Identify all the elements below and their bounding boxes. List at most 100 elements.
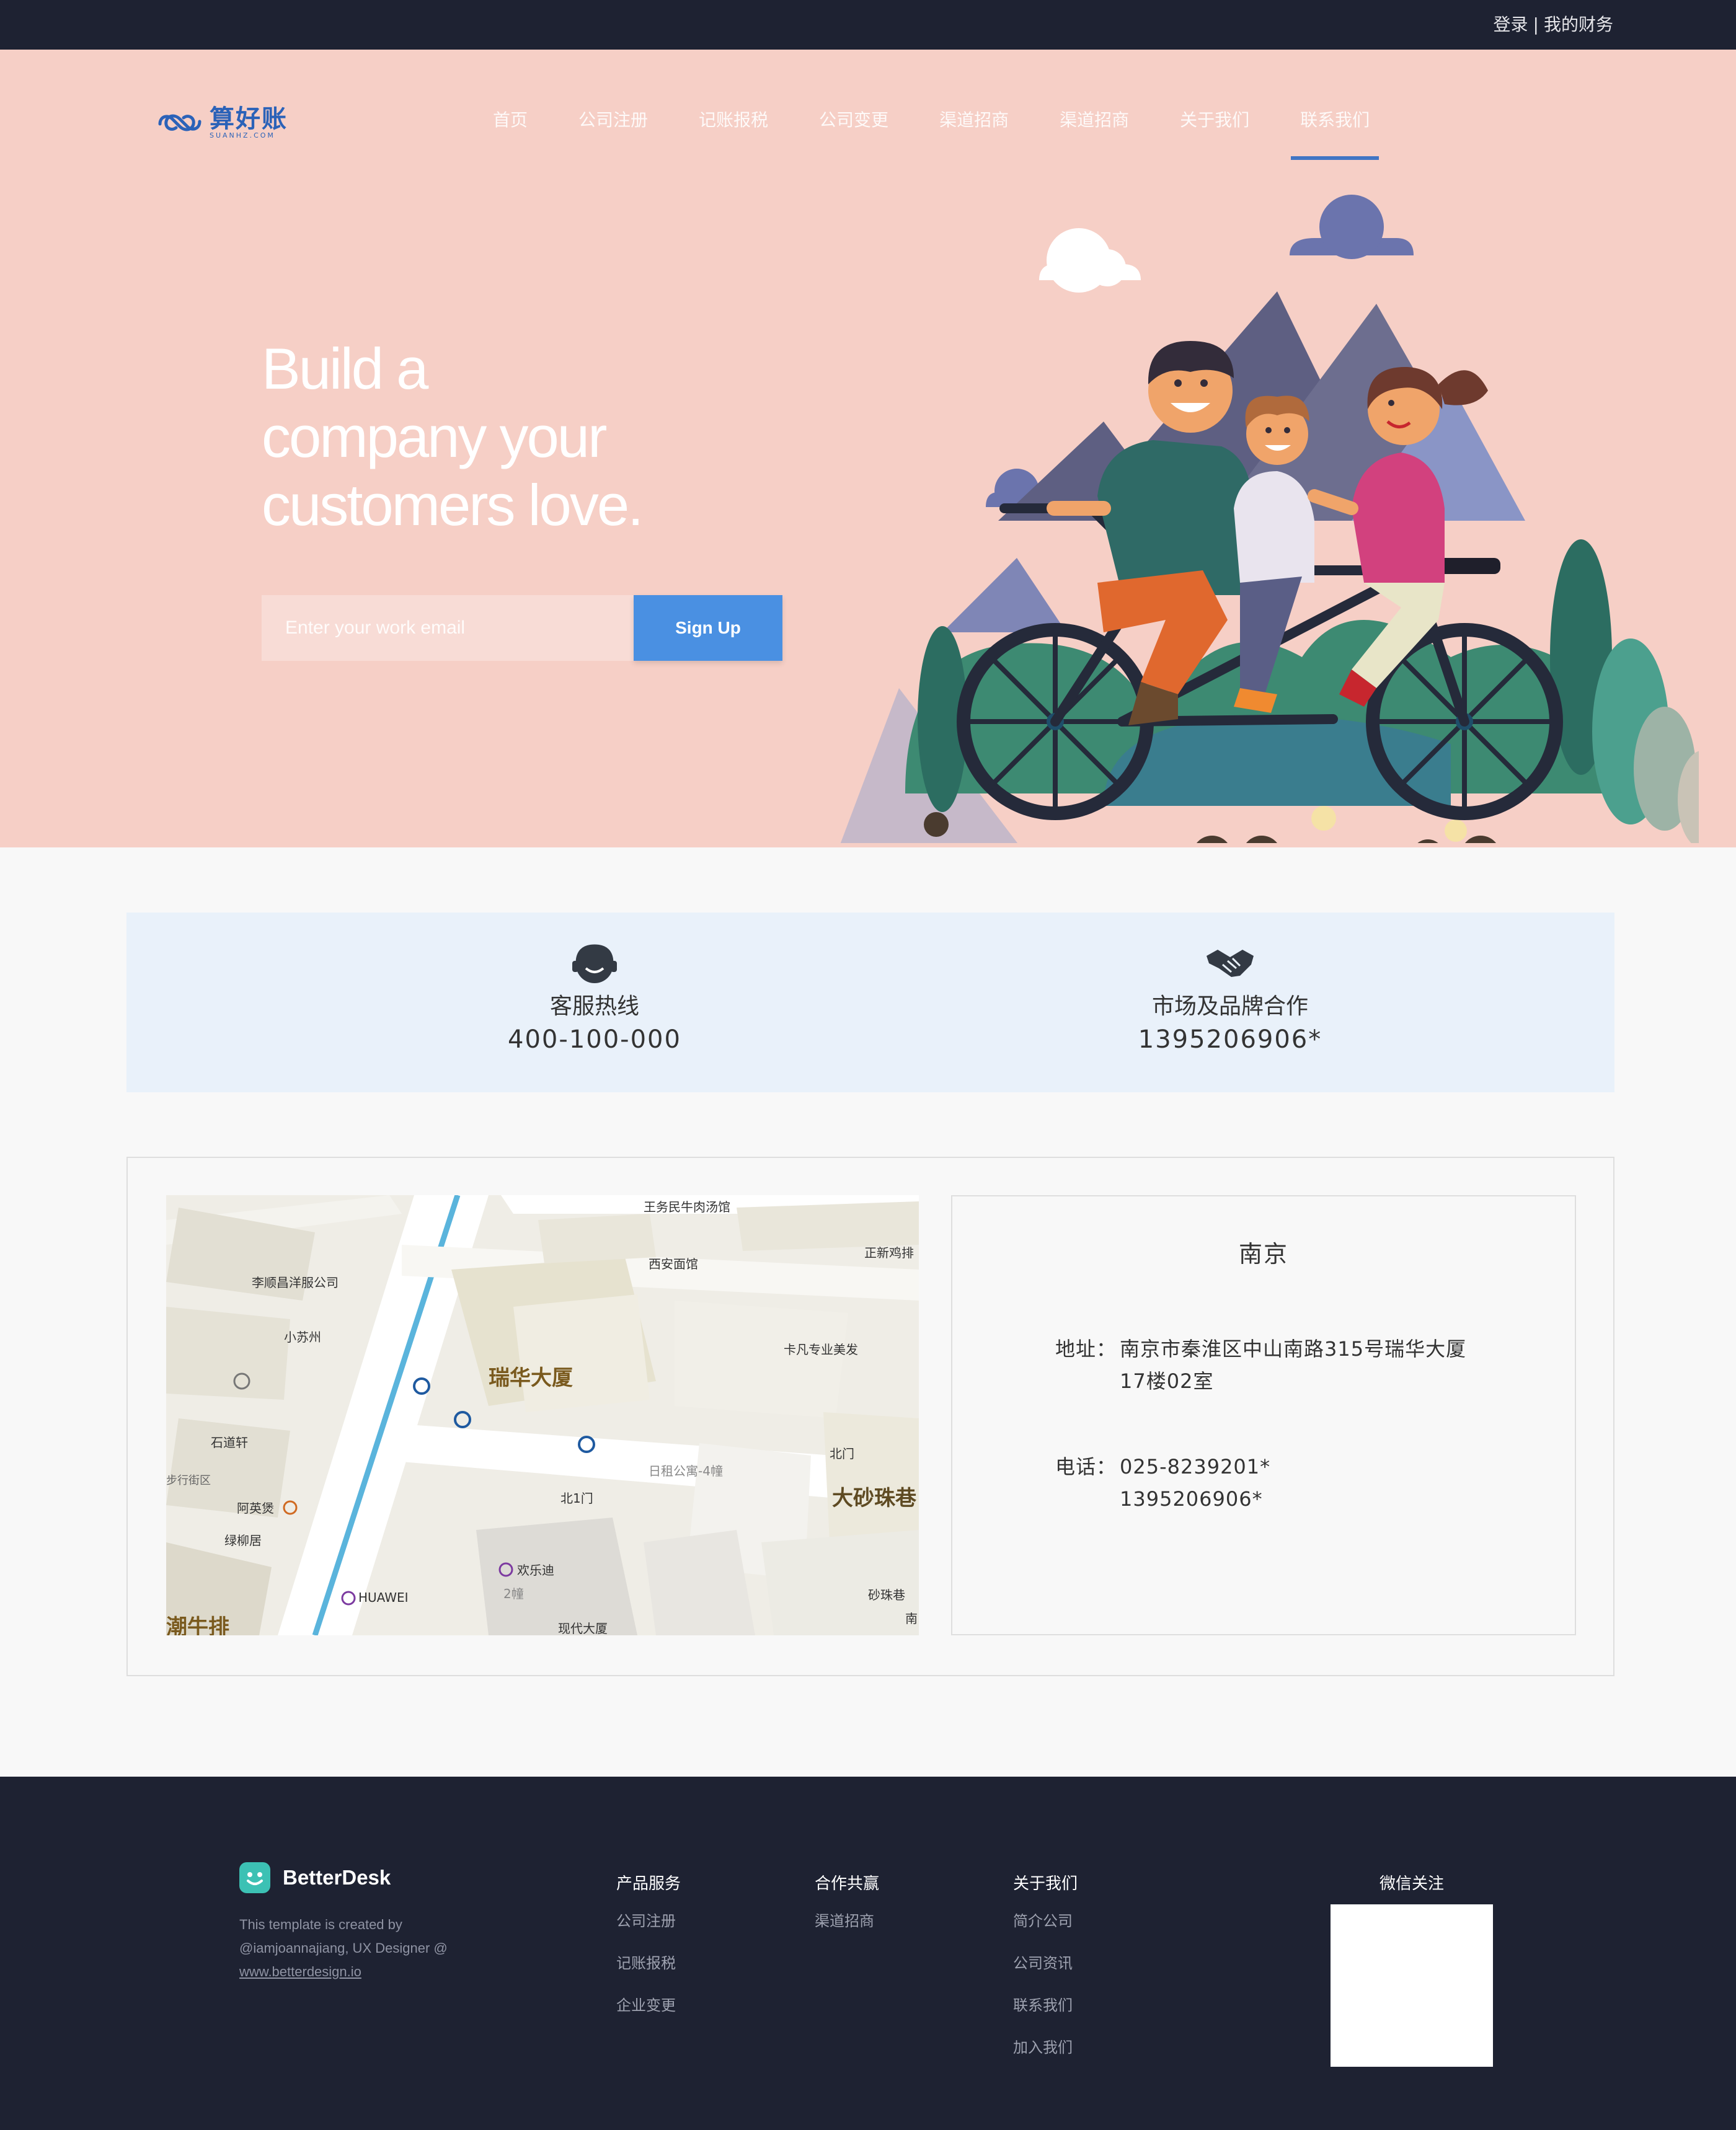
city-name: 南京 — [1238, 1240, 1288, 1268]
footer-column-products: 产品服务 公司注册 记账报税 企业变更 — [616, 1873, 681, 2037]
map-label-poi: 石道轩 — [211, 1435, 248, 1450]
map-label-poi: 绿柳居 — [224, 1533, 262, 1548]
footer-link[interactable]: 公司资讯 — [1013, 1953, 1078, 1974]
my-finance-link[interactable]: 我的财务 — [1544, 14, 1613, 35]
link-separator: | — [1533, 14, 1539, 35]
map-label-poi: 日租公寓-4幢 — [649, 1464, 723, 1478]
nav-item-label: 记账报税 — [699, 110, 769, 130]
footer-link[interactable]: 渠道招商 — [815, 1911, 879, 1932]
nav-item-contact-us[interactable]: 联系我们 — [1285, 109, 1385, 160]
footer-link[interactable]: 联系我们 — [1013, 1995, 1078, 2016]
phone-number[interactable]: 1395206906* — [1055, 1483, 1270, 1515]
handshake-icon — [1207, 950, 1254, 977]
hero-headline-line: company your — [262, 404, 607, 469]
site-logo[interactable]: 算好账 SUANHZ.COM — [155, 105, 288, 140]
template-credit: This template is created by @iamjoannaji… — [239, 1913, 487, 1984]
nav-item-label: 渠道招商 — [1060, 110, 1130, 130]
hero-headline: Build a company your customers love. — [262, 335, 696, 539]
footer-column-about: 关于我们 简介公司 公司资讯 联系我们 加入我们 — [1013, 1873, 1078, 2079]
location-section: 王务民牛肉汤馆 西安面馆 正新鸡排 李顺昌洋服公司 小苏州 卡凡专业美发 石道轩… — [126, 1157, 1614, 1676]
headset-icon — [572, 944, 617, 983]
smiley-icon — [239, 1862, 270, 1893]
family-bicycle-illustration — [840, 195, 1699, 843]
nav-item-company-change[interactable]: 公司变更 — [804, 109, 904, 152]
map-label-poi: 正新鸡排 — [864, 1245, 914, 1260]
sign-up-button[interactable]: Sign Up — [634, 595, 782, 661]
credit-line: This template is created by — [239, 1917, 402, 1932]
wechat-heading: 微信关注 — [1379, 1875, 1444, 1893]
nav-item-company-registration[interactable]: 公司注册 — [563, 109, 663, 152]
hero-section: 算好账 SUANHZ.COM 首页 公司注册 记账报税 公司变更 渠道招商 渠道… — [0, 50, 1736, 847]
map-label-poi: 现代大厦 — [558, 1621, 608, 1635]
account-links: 登录 | 我的财务 — [1494, 14, 1613, 36]
map-label-building: 潮牛排 — [166, 1615, 229, 1635]
map-label-poi: 西安面馆 — [649, 1257, 698, 1271]
hotline-label: 客服热线 — [549, 994, 639, 1019]
phone-number[interactable]: 025-8239201* — [1120, 1455, 1270, 1478]
address-card: 南京 地址： 南京市秦淮区中山南路315号瑞华大厦 17楼02室 电话： 025-8… — [951, 1195, 1576, 1635]
map-label-poi: 步行街区 — [166, 1474, 211, 1487]
nav-item-about-us[interactable]: 关于我们 — [1164, 109, 1265, 152]
map-label-poi: 南 — [905, 1611, 918, 1626]
footer-link[interactable]: 记账报税 — [616, 1953, 681, 1974]
main-nav: 首页 公司注册 记账报税 公司变更 渠道招商 渠道招商 关于我们 联系我们 — [477, 109, 1405, 160]
hero-headline-line: Build a — [262, 336, 428, 401]
nav-item-label: 关于我们 — [1180, 110, 1250, 130]
wechat-follow: 微信关注 — [1331, 1873, 1493, 2067]
map-canvas: 王务民牛肉汤馆 西安面馆 正新鸡排 李顺昌洋服公司 小苏州 卡凡专业美发 石道轩… — [166, 1195, 919, 1635]
map-label-poi: HUAWEI — [358, 1590, 409, 1605]
brand-name: BetterDesk — [283, 1866, 391, 1889]
logo-name: 算好账 — [210, 105, 288, 133]
address-line: 南京市秦淮区中山南路315号瑞华大厦 — [1120, 1337, 1467, 1361]
nav-item-label: 公司变更 — [819, 110, 889, 130]
phone-row: 电话： 025-8239201* 1395206906* — [1055, 1451, 1270, 1515]
footer-column-heading: 产品服务 — [616, 1875, 681, 1893]
map-label-poi: 砂珠巷 — [868, 1588, 905, 1602]
hotline-card: 客服热线 400-100-000 — [440, 941, 750, 1055]
phone-key: 电话： — [1055, 1455, 1117, 1478]
address-row: 地址： 南京市秦淮区中山南路315号瑞华大厦 17楼02室 — [1055, 1333, 1466, 1397]
footer-link[interactable]: 公司注册 — [616, 1911, 681, 1932]
footer-column-heading: 关于我们 — [1013, 1875, 1078, 1893]
map-label-poi: 2幢 — [503, 1586, 524, 1601]
contact-strip: 客服热线 400-100-000 市场及品牌合作 1395206906* — [126, 913, 1614, 1092]
map-label-poi: 王务民牛肉汤馆 — [644, 1200, 730, 1214]
hotline-number[interactable]: 400-100-000 — [440, 1024, 750, 1055]
map-label-street: 大砂珠巷 — [832, 1486, 916, 1511]
nav-item-label: 首页 — [493, 110, 528, 130]
location-map[interactable]: 王务民牛肉汤馆 西安面馆 正新鸡排 李顺昌洋服公司 小苏州 卡凡专业美发 石道轩… — [166, 1195, 919, 1635]
map-label-building: 瑞华大厦 — [489, 1366, 573, 1390]
map-label-poi: 北门 — [830, 1446, 854, 1461]
nav-item-label: 公司注册 — [578, 110, 649, 130]
address-key: 地址： — [1055, 1337, 1117, 1361]
footer-column-heading: 合作共赢 — [815, 1875, 880, 1893]
footer-link[interactable]: 加入我们 — [1013, 2037, 1078, 2058]
nav-item-label: 联系我们 — [1300, 110, 1370, 130]
footer-column-partners: 合作共赢 渠道招商 — [815, 1873, 879, 1953]
nav-item-channel-partners-2[interactable]: 渠道招商 — [1044, 109, 1145, 152]
market-cooperation-label: 市场及品牌合作 — [1151, 994, 1308, 1019]
nav-item-label: 渠道招商 — [939, 110, 1009, 130]
footer-link[interactable]: 简介公司 — [1013, 1911, 1078, 1932]
map-label-poi: 李顺昌洋服公司 — [252, 1275, 339, 1290]
address-line: 17楼02室 — [1120, 1369, 1214, 1393]
map-label-poi: 小苏州 — [284, 1330, 321, 1345]
logo-mark-icon — [158, 114, 202, 131]
map-label-poi: 欢乐迪 — [517, 1563, 554, 1578]
active-nav-indicator — [1291, 156, 1380, 160]
top-utility-bar: 登录 | 我的财务 — [0, 0, 1736, 50]
footer-brand[interactable]: BetterDesk — [239, 1862, 391, 1893]
market-cooperation-number[interactable]: 1395206906* — [1075, 1024, 1385, 1055]
login-link[interactable]: 登录 — [1494, 14, 1528, 35]
work-email-input[interactable] — [262, 595, 634, 661]
nav-item-channel-partners[interactable]: 渠道招商 — [924, 109, 1024, 152]
map-label-poi: 阿英煲 — [237, 1501, 274, 1516]
footer-link[interactable]: 企业变更 — [616, 1995, 681, 2016]
map-label-poi: 北1门 — [560, 1491, 593, 1506]
nav-item-home[interactable]: 首页 — [477, 109, 543, 152]
credit-line: @iamjoannajiang, UX Designer @ — [239, 1940, 448, 1956]
site-footer: BetterDesk This template is created by @… — [0, 1777, 1736, 2130]
nav-item-bookkeeping-tax[interactable]: 记账报税 — [683, 109, 784, 152]
credit-link[interactable]: www.betterdesign.io — [239, 1960, 487, 1984]
map-label-poi: 卡凡专业美发 — [784, 1342, 858, 1357]
